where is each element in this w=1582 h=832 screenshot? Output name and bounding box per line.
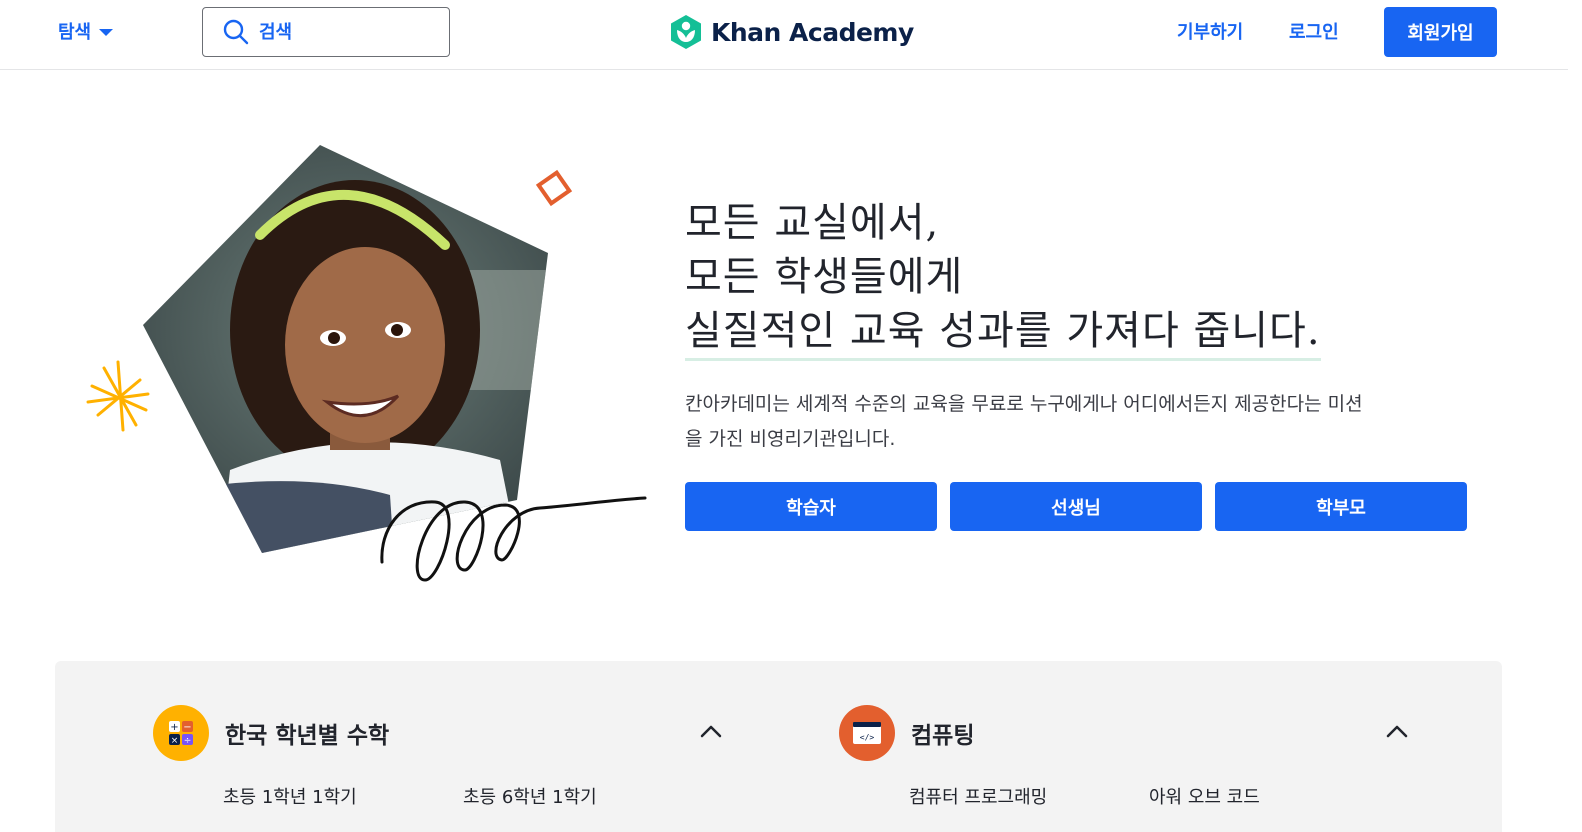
explore-menu-button[interactable]: 탐색 (58, 16, 114, 46)
math-operations-icon: + − × ÷ (153, 705, 209, 761)
subject-links: 초등 1학년 1학기 초등 6학년 1학기 (223, 783, 703, 809)
logo-text: Khan Academy (711, 17, 914, 47)
teacher-button[interactable]: 선생님 (950, 482, 1202, 531)
headline-line-3: 실질적인 교육 성과를 가져다 줍니다. (685, 304, 1321, 361)
hero-text: 모든 교실에서, 모든 학생들에게 실질적인 교육 성과를 가져다 줍니다. 칸… (685, 196, 1485, 457)
top-navbar: 탐색 Khan Academy 기부하기 로그인 회원가입 (0, 0, 1568, 70)
chevron-up-icon[interactable] (1385, 719, 1409, 743)
diamond-decoration (535, 169, 573, 207)
code-window-icon: </> (839, 705, 895, 761)
subject-link[interactable]: 초등 6학년 1학기 (463, 783, 703, 809)
subject-link[interactable]: 컴퓨터 프로그래밍 (909, 783, 1149, 809)
chevron-up-icon[interactable] (699, 719, 723, 743)
explore-label: 탐색 (58, 22, 92, 43)
hero-headline: 모든 교실에서, 모든 학생들에게 실질적인 교육 성과를 가져다 줍니다. (685, 196, 1485, 361)
svg-text:+: + (170, 722, 178, 733)
svg-text:×: × (171, 736, 179, 746)
svg-text:−: − (183, 722, 191, 733)
headline-line-2: 모든 학생들에게 (685, 254, 964, 300)
search-icon (223, 19, 249, 45)
hero-illustration (86, 145, 647, 582)
subject-title[interactable]: 컴퓨팅 (911, 716, 974, 750)
search-input[interactable] (259, 21, 429, 43)
subject-link[interactable]: 초등 1학년 1학기 (223, 783, 463, 809)
role-buttons: 학습자 선생님 학부모 (685, 482, 1467, 531)
headline-line-1: 모든 교실에서, (685, 200, 940, 246)
parent-button[interactable]: 학부모 (1215, 482, 1467, 531)
signup-button[interactable]: 회원가입 (1384, 7, 1497, 57)
subjects-panel: + − × ÷ 한국 학년별 수학 초등 1학년 1학기 초등 6학년 1학기 … (55, 661, 1502, 832)
subject-title[interactable]: 한국 학년별 수학 (225, 716, 389, 750)
subject-links: 컴퓨터 프로그래밍 아워 오브 코드 (909, 783, 1389, 809)
subject-korean-math: + − × ÷ 한국 학년별 수학 초등 1학년 1학기 초등 6학년 1학기 (153, 705, 723, 808)
hero-description: 칸아카데미는 세계적 수준의 교육을 무료로 누구에게나 어디에서든지 제공한다… (685, 393, 1363, 450)
khan-academy-logo[interactable]: Khan Academy (669, 12, 914, 52)
svg-text:</>: </> (860, 733, 875, 742)
caret-down-icon (99, 28, 114, 36)
subject-computing: </> 컴퓨팅 컴퓨터 프로그래밍 아워 오브 코드 (839, 705, 1409, 808)
login-link[interactable]: 로그인 (1289, 18, 1339, 44)
subject-link[interactable]: 아워 오브 코드 (1149, 783, 1389, 809)
donate-link[interactable]: 기부하기 (1177, 18, 1243, 44)
search-box[interactable] (202, 7, 450, 57)
khan-academy-logo-icon (671, 15, 701, 49)
starburst-decoration (86, 360, 150, 432)
learner-button[interactable]: 학습자 (685, 482, 937, 531)
svg-text:÷: ÷ (184, 736, 192, 746)
